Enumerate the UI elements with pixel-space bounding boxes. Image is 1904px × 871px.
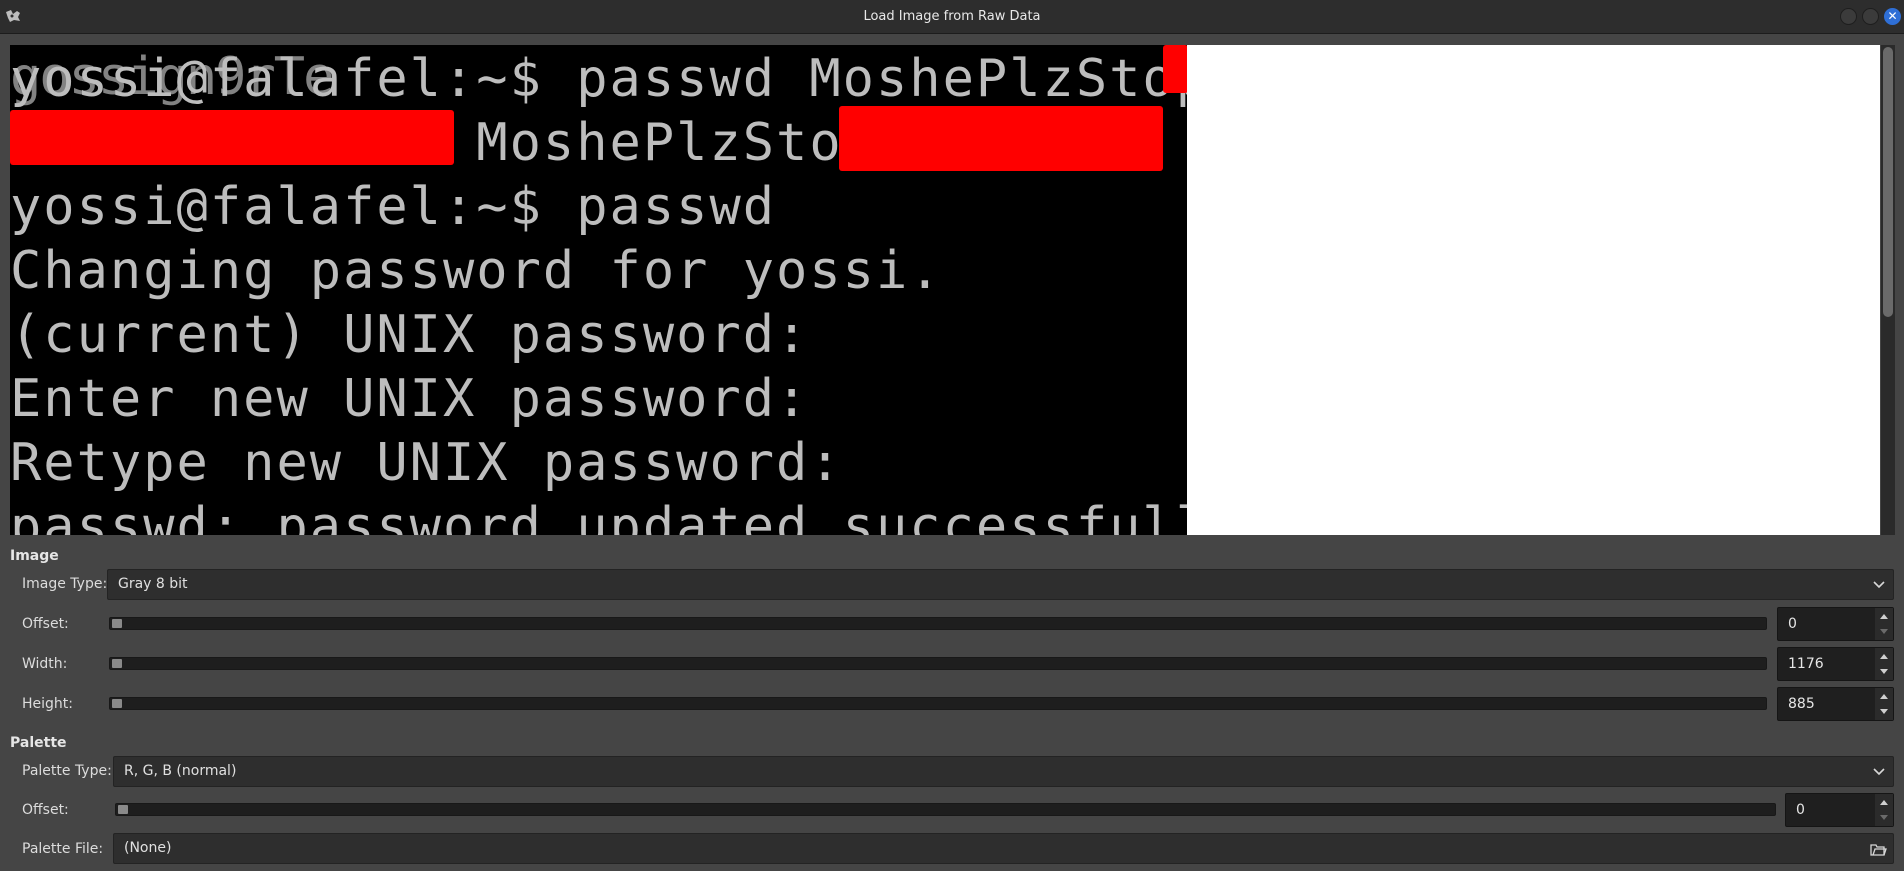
palette-type-label: Palette Type:	[22, 763, 112, 779]
preview-scrollbar[interactable]	[1881, 45, 1895, 535]
chevron-down-icon	[1873, 581, 1885, 589]
palette-offset-spinbox[interactable]: 0	[1785, 793, 1894, 827]
maximize-button[interactable]	[1862, 8, 1879, 25]
spin-down-icon[interactable]	[1880, 815, 1888, 820]
width-spinbox[interactable]: 1176	[1777, 647, 1894, 681]
image-section-title: Image	[10, 548, 59, 564]
window-title: Load Image from Raw Data	[863, 9, 1041, 24]
palette-offset-label: Offset:	[22, 802, 69, 818]
palette-offset-slider[interactable]	[115, 803, 1776, 816]
folder-open-icon[interactable]	[1869, 840, 1887, 858]
spin-arrows[interactable]	[1875, 794, 1893, 826]
palette-file-value: (None)	[124, 840, 172, 856]
chevron-down-icon	[1873, 768, 1885, 776]
terminal-line: yossi@falafel:~$ passwd MoshePlzStop	[10, 49, 1187, 109]
spin-arrows[interactable]	[1875, 688, 1893, 720]
image-type-label: Image Type:	[22, 576, 108, 592]
offset-slider[interactable]	[109, 617, 1767, 630]
terminal-line: Changing password for yossi.	[10, 241, 943, 301]
slider-handle[interactable]	[112, 699, 122, 708]
title-bar: Load Image from Raw Data ✕	[0, 0, 1904, 34]
minimize-button[interactable]	[1840, 8, 1857, 25]
spin-down-icon[interactable]	[1880, 629, 1888, 634]
height-label: Height:	[22, 696, 73, 712]
slider-handle[interactable]	[112, 619, 122, 628]
image-type-value: Gray 8 bit	[118, 576, 188, 592]
spin-down-icon[interactable]	[1880, 709, 1888, 714]
slider-handle[interactable]	[112, 659, 122, 668]
spin-up-icon[interactable]	[1880, 800, 1888, 805]
redaction-block	[10, 110, 454, 165]
terminal-line: Enter new UNIX password:	[10, 369, 810, 429]
palette-section-title: Palette	[10, 735, 67, 751]
image-type-select[interactable]: Gray 8 bit	[107, 569, 1894, 600]
offset-label: Offset:	[22, 616, 69, 632]
terminal-line: passwd: password updated successfully	[10, 497, 1187, 535]
gimp-icon	[6, 10, 20, 22]
palette-offset-value: 0	[1796, 802, 1805, 818]
image-preview[interactable]: gossign9rTe yossi@falafel:~$ passwd Mosh…	[10, 45, 1880, 535]
spin-up-icon[interactable]	[1880, 614, 1888, 619]
terminal-line: yossi@falafel:~$ passwd	[10, 177, 777, 237]
offset-value: 0	[1788, 616, 1797, 632]
width-slider[interactable]	[109, 657, 1767, 670]
slider-handle[interactable]	[118, 805, 128, 814]
spin-up-icon[interactable]	[1880, 654, 1888, 659]
close-button[interactable]: ✕	[1884, 8, 1901, 25]
spin-down-icon[interactable]	[1880, 669, 1888, 674]
spin-arrows[interactable]	[1875, 648, 1893, 680]
height-spinbox[interactable]: 885	[1777, 687, 1894, 721]
palette-file-chooser[interactable]: (None)	[113, 833, 1894, 864]
terminal-line: Retype new UNIX password:	[10, 433, 843, 493]
redaction-block	[839, 106, 1163, 171]
palette-type-select[interactable]: R, G, B (normal)	[113, 756, 1894, 787]
terminal-preview-image: gossign9rTe yossi@falafel:~$ passwd Mosh…	[10, 45, 1187, 535]
spin-up-icon[interactable]	[1880, 694, 1888, 699]
palette-type-value: R, G, B (normal)	[124, 763, 237, 779]
offset-spinbox[interactable]: 0	[1777, 607, 1894, 641]
height-slider[interactable]	[109, 697, 1767, 710]
width-label: Width:	[22, 656, 68, 672]
width-value: 1176	[1788, 656, 1824, 672]
spin-arrows[interactable]	[1875, 608, 1893, 640]
close-icon: ✕	[1887, 9, 1898, 23]
height-value: 885	[1788, 696, 1815, 712]
terminal-line: (current) UNIX password:	[10, 305, 810, 365]
redaction-block	[1163, 45, 1187, 93]
palette-file-label: Palette File:	[22, 841, 104, 857]
scrollbar-thumb[interactable]	[1883, 47, 1893, 317]
